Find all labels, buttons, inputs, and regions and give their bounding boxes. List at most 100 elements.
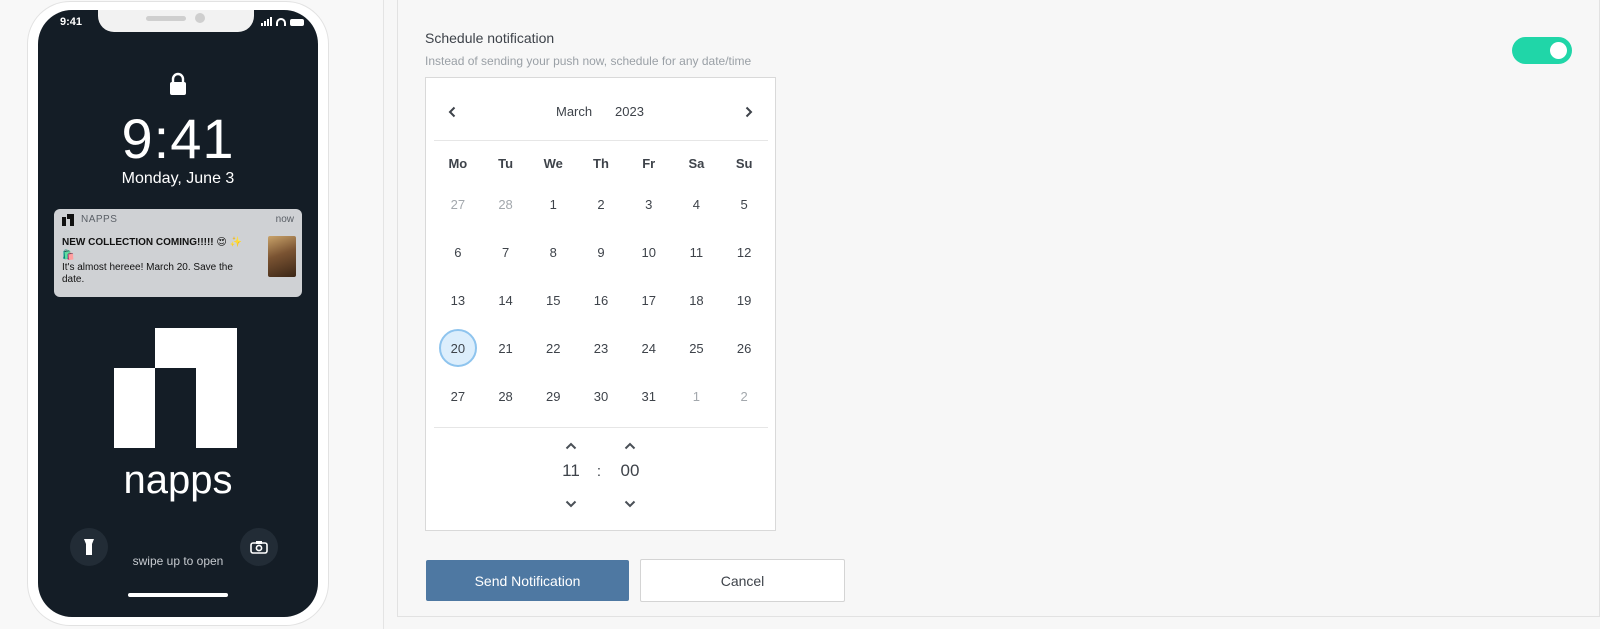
phone-notch (98, 10, 254, 32)
minute-increment-button[interactable] (620, 438, 640, 454)
push-notification-preview: NAPPS now NEW COLLECTION COMING!!!!! 😍 ✨… (54, 209, 302, 297)
calendar-day[interactable]: 1 (673, 372, 721, 420)
calendar-divider (434, 427, 768, 428)
calendar-day-number: 8 (549, 244, 557, 260)
calendar-day[interactable]: 31 (625, 372, 673, 420)
calendar-day[interactable]: 5 (720, 180, 768, 228)
chevron-up-icon (624, 442, 636, 450)
chevron-right-icon (745, 106, 753, 118)
calendar-day-number: 21 (498, 340, 513, 356)
weekday-header: Sa (688, 155, 705, 171)
calendar-day-number: 28 (498, 196, 513, 212)
camera-icon (250, 541, 268, 554)
calendar-day-number: 10 (641, 244, 656, 260)
calendar-day-number: 19 (736, 292, 752, 308)
pane-divider (383, 0, 384, 629)
calendar-day[interactable]: 3 (625, 180, 673, 228)
calendar-day[interactable]: 4 (673, 180, 721, 228)
calendar-day-number: 5 (740, 196, 748, 212)
calendar-day[interactable]: 25 (673, 324, 721, 372)
lock-screen-date: Monday, June 3 (121, 170, 235, 187)
calendar-day-number: 4 (692, 196, 701, 212)
notification-title: NEW COLLECTION COMING!!!!! 😍 ✨🛍️ (62, 237, 243, 261)
calendar-day[interactable]: 17 (625, 276, 673, 324)
front-camera-icon (195, 13, 205, 23)
calendar-day-number: 20 (438, 329, 477, 367)
napps-logo-text: napps (123, 458, 233, 502)
hour-decrement-button[interactable] (561, 496, 581, 512)
calendar-day[interactable]: 27 (434, 372, 482, 420)
lock-screen-time: 9:41 (121, 107, 235, 170)
calendar-day[interactable]: 15 (529, 276, 577, 324)
year-label[interactable]: 2023 (615, 104, 644, 119)
battery-icon (290, 19, 304, 26)
calendar-day[interactable]: 28 (482, 180, 530, 228)
calendar-day-number: 22 (546, 340, 561, 356)
minute-value[interactable]: 00 (610, 461, 650, 481)
weekday-header: Mo (448, 155, 468, 171)
time-picker: 11 : 00 (426, 433, 775, 528)
calendar-day-number: 9 (597, 244, 605, 260)
weekday-header: Su (735, 155, 753, 171)
calendar-day-number: 30 (593, 388, 609, 404)
cancel-button[interactable]: Cancel (640, 559, 845, 602)
calendar-day-selected[interactable]: 20 (434, 324, 482, 372)
calendar-day[interactable]: 8 (529, 228, 577, 276)
toggle-knob (1550, 42, 1567, 59)
weekday-header: Fr (642, 155, 656, 171)
calendar-day[interactable]: 26 (720, 324, 768, 372)
notification-time: now (275, 214, 294, 225)
calendar-day[interactable]: 30 (577, 372, 625, 420)
notification-app-name: NAPPS (81, 214, 118, 225)
calendar-day-number: 15 (546, 292, 561, 308)
hour-value[interactable]: 11 (551, 461, 591, 481)
calendar-grid: Mo Tu We Th Fr Sa Su 27 28 1 2 3 4 5 6 7 8 9 10 11 12 13 14 15 1… (434, 146, 768, 420)
chevron-down-icon (624, 500, 636, 508)
previous-month-button[interactable] (440, 100, 464, 124)
camera-button[interactable] (240, 528, 278, 566)
calendar-day[interactable]: 11 (673, 228, 721, 276)
notification-thumbnail (268, 236, 296, 277)
calendar-day[interactable]: 18 (673, 276, 721, 324)
calendar-day[interactable]: 19 (720, 276, 768, 324)
minute-decrement-button[interactable] (620, 496, 640, 512)
calendar-day[interactable]: 1 (529, 180, 577, 228)
calendar-day[interactable]: 23 (577, 324, 625, 372)
calendar-day[interactable]: 14 (482, 276, 530, 324)
signal-icon (261, 17, 272, 26)
calendar-day[interactable]: 16 (577, 276, 625, 324)
calendar-day-number: 6 (454, 244, 462, 260)
calendar-day[interactable]: 7 (482, 228, 530, 276)
hour-increment-button[interactable] (561, 438, 581, 454)
calendar-day-number: 7 (501, 244, 510, 260)
chevron-left-icon (448, 106, 456, 118)
calendar-day-number: 26 (736, 340, 752, 356)
chevron-up-icon (565, 442, 577, 450)
calendar-day[interactable]: 6 (434, 228, 482, 276)
month-label[interactable]: March (556, 104, 592, 119)
calendar-day[interactable]: 29 (529, 372, 577, 420)
time-separator: : (596, 463, 602, 480)
calendar-day[interactable]: 2 (720, 372, 768, 420)
lock-icon (170, 72, 186, 95)
calendar-day[interactable]: 2 (577, 180, 625, 228)
schedule-toggle[interactable] (1512, 37, 1572, 64)
calendar-day[interactable]: 24 (625, 324, 673, 372)
calendar-day[interactable]: 12 (720, 228, 768, 276)
status-bar-icons (261, 17, 304, 26)
calendar-day[interactable]: 21 (482, 324, 530, 372)
swipe-hint: swipe up to open (132, 554, 224, 568)
phone-screen: 9:41 9:41 Monday, June 3 NAPPS now NEW C… (38, 10, 318, 617)
next-month-button[interactable] (737, 100, 761, 124)
preview-pane: 9:41 9:41 Monday, June 3 NAPPS now NEW C… (0, 0, 383, 629)
calendar-day[interactable]: 22 (529, 324, 577, 372)
calendar-day[interactable]: 10 (625, 228, 673, 276)
napps-app-icon (62, 214, 74, 226)
calendar-day[interactable]: 27 (434, 180, 482, 228)
send-notification-button[interactable]: Send Notification (426, 560, 629, 601)
calendar-day[interactable]: 28 (482, 372, 530, 420)
calendar-day-number: 31 (641, 388, 656, 404)
calendar-day[interactable]: 9 (577, 228, 625, 276)
calendar-day[interactable]: 13 (434, 276, 482, 324)
calendar-day-number: 12 (736, 244, 752, 260)
